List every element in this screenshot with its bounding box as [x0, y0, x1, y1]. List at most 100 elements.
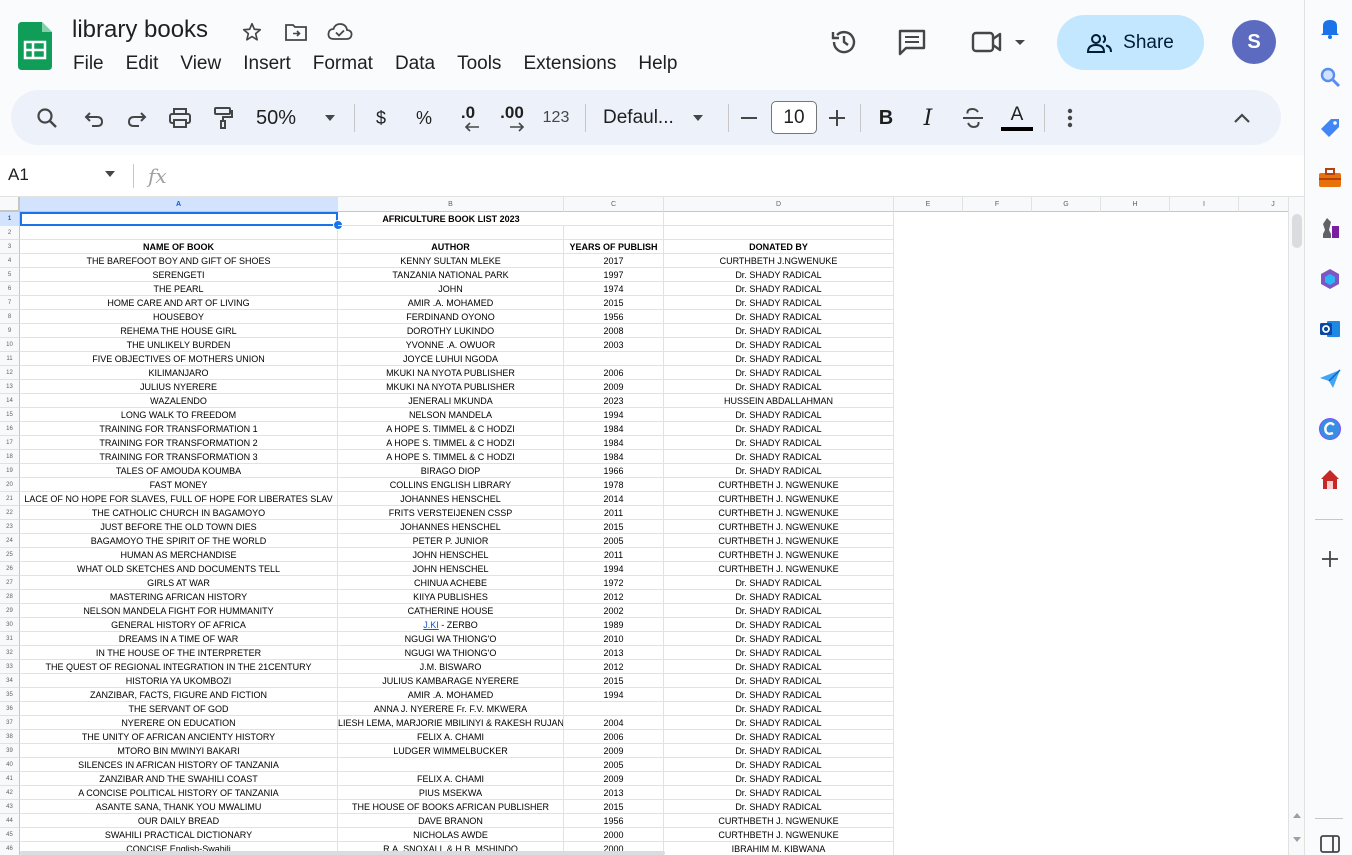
table-cell[interactable]: LACE OF NO HOPE FOR SLAVES, FULL OF HOPE… [20, 492, 338, 506]
table-cell[interactable]: 2006 [564, 730, 664, 744]
table-cell[interactable]: THE QUEST OF REGIONAL INTEGRATION IN THE… [20, 660, 338, 674]
menu-help[interactable]: Help [627, 52, 688, 76]
row-header[interactable]: 28 [0, 590, 20, 604]
table-cell[interactable]: Dr. SHADY RADICAL [664, 730, 894, 744]
table-cell[interactable]: 1994 [564, 408, 664, 422]
row-header[interactable]: 25 [0, 548, 20, 562]
table-cell[interactable]: LIESH LEMA, MARJORIE MBILINYI & RAKESH R… [338, 716, 564, 730]
table-cell[interactable]: COLLINS ENGLISH LIBRARY [338, 478, 564, 492]
table-cell[interactable]: Dr. SHADY RADICAL [664, 674, 894, 688]
scroll-up-icon[interactable] [1293, 812, 1301, 818]
table-cell[interactable]: Dr. SHADY RADICAL [664, 464, 894, 478]
table-cell[interactable]: 2023 [564, 394, 664, 408]
table-cell[interactable]: DREAMS IN A TIME OF WAR [20, 632, 338, 646]
column-header-h[interactable]: H [1101, 197, 1170, 212]
table-cell[interactable]: KILIMANJARO [20, 366, 338, 380]
table-cell[interactable]: 2002 [564, 604, 664, 618]
table-cell[interactable]: THE BAREFOOT BOY AND GIFT OF SHOES [20, 254, 338, 268]
table-cell[interactable] [564, 352, 664, 366]
table-cell[interactable]: ANNA J. NYERERE Fr. F.V. MKWERA [338, 702, 564, 716]
table-cell[interactable] [564, 702, 664, 716]
table-cell[interactable]: CURTHBETH J. NGWENUKE [664, 828, 894, 842]
account-avatar[interactable]: S [1232, 20, 1276, 64]
table-cell[interactable]: Dr. SHADY RADICAL [664, 576, 894, 590]
table-cell[interactable]: A HOPE S. TIMMEL & C HODZI [338, 450, 564, 464]
cell-c1[interactable] [564, 212, 664, 226]
menu-tools[interactable]: Tools [446, 52, 512, 76]
row-header[interactable]: 4 [0, 254, 20, 268]
table-cell[interactable]: JULIUS KAMBARAGE NYERERE [338, 674, 564, 688]
table-cell[interactable]: Dr. SHADY RADICAL [664, 408, 894, 422]
table-cell[interactable]: CATHERINE HOUSE [338, 604, 564, 618]
search-menus-icon[interactable] [33, 103, 61, 133]
table-cell[interactable]: NGUGI WA THIONG'O [338, 646, 564, 660]
table-cell[interactable]: FERDINAND OYONO [338, 310, 564, 324]
table-cell[interactable]: NICHOLAS AWDE [338, 828, 564, 842]
column-header-j[interactable]: J [1239, 197, 1288, 212]
table-cell[interactable]: HOUSEBOY [20, 310, 338, 324]
table-cell[interactable]: 2006 [564, 366, 664, 380]
table-cell[interactable]: THE UNITY OF AFRICAN ANCIENTY HISTORY [20, 730, 338, 744]
row-header[interactable]: 1 [0, 212, 20, 226]
table-cell[interactable]: NYERERE ON EDUCATION [20, 716, 338, 730]
table-cell[interactable]: 1974 [564, 282, 664, 296]
table-cell[interactable]: CURTHBETH J. NGWENUKE [664, 562, 894, 576]
table-cell[interactable] [338, 226, 564, 240]
row-header[interactable]: 8 [0, 310, 20, 324]
column-header-b[interactable]: B [338, 197, 564, 212]
table-cell[interactable]: PIUS MSEKWA [338, 786, 564, 800]
table-cell[interactable]: TRAINING FOR TRANSFORMATION 3 [20, 450, 338, 464]
table-cell[interactable]: JOHANNES HENSCHEL [338, 520, 564, 534]
scrollbar-thumb[interactable] [1292, 214, 1302, 248]
horizontal-scrollbar[interactable] [20, 851, 665, 855]
column-header-g[interactable]: G [1032, 197, 1101, 212]
table-cell[interactable]: Dr. SHADY RADICAL [664, 660, 894, 674]
header-cell-author[interactable]: AUTHOR [338, 240, 564, 254]
header-cell-donated-by[interactable]: DONATED BY [664, 240, 894, 254]
table-cell[interactable]: CURTHBETH J. NGWENUKE [664, 548, 894, 562]
row-header[interactable]: 34 [0, 674, 20, 688]
table-cell[interactable]: 1997 [564, 268, 664, 282]
menu-data[interactable]: Data [384, 52, 446, 76]
table-cell[interactable]: 2015 [564, 520, 664, 534]
table-cell[interactable]: CHINUA ACHEBE [338, 576, 564, 590]
table-cell[interactable]: 1956 [564, 310, 664, 324]
row-header[interactable]: 18 [0, 450, 20, 464]
table-cell[interactable]: J.KI - ZERBO [338, 618, 564, 632]
row-header[interactable]: 30 [0, 618, 20, 632]
caret-down-icon[interactable] [104, 170, 116, 178]
currency-format-button[interactable]: $ [370, 103, 392, 133]
select-all-corner[interactable] [0, 197, 20, 212]
table-cell[interactable]: THE UNLIKELY BURDEN [20, 338, 338, 352]
increase-decimal-button[interactable]: .00 [497, 103, 527, 133]
row-header[interactable]: 7 [0, 296, 20, 310]
row-header[interactable]: 32 [0, 646, 20, 660]
table-cell[interactable]: 2015 [564, 296, 664, 310]
canva-icon[interactable] [1318, 417, 1342, 441]
notifications-bell-icon[interactable] [1318, 16, 1342, 40]
table-cell[interactable]: SERENGETI [20, 268, 338, 282]
menu-file[interactable]: File [62, 52, 115, 76]
table-cell[interactable]: 2005 [564, 534, 664, 548]
table-cell[interactable]: 2009 [564, 772, 664, 786]
table-cell[interactable]: THE HOUSE OF BOOKS AFRICAN PUBLISHER [338, 800, 564, 814]
row-header[interactable]: 6 [0, 282, 20, 296]
table-cell[interactable]: 2008 [564, 324, 664, 338]
table-cell[interactable]: Dr. SHADY RADICAL [664, 422, 894, 436]
table-cell[interactable]: THE CATHOLIC CHURCH IN BAGAMOYO [20, 506, 338, 520]
table-cell[interactable]: HOME CARE AND ART OF LIVING [20, 296, 338, 310]
table-cell[interactable]: Dr. SHADY RADICAL [664, 380, 894, 394]
table-cell[interactable]: 1984 [564, 436, 664, 450]
table-cell[interactable] [20, 226, 338, 240]
table-cell[interactable]: 2015 [564, 674, 664, 688]
table-cell[interactable]: 1956 [564, 814, 664, 828]
row-header[interactable]: 26 [0, 562, 20, 576]
name-box[interactable]: A1 [8, 165, 29, 185]
row-header[interactable]: 44 [0, 814, 20, 828]
table-cell[interactable]: CURTHBETH J. NGWENUKE [664, 814, 894, 828]
table-cell[interactable]: A HOPE S. TIMMEL & C HODZI [338, 422, 564, 436]
table-cell[interactable]: JULIUS NYERERE [20, 380, 338, 394]
font-size-input[interactable]: 10 [771, 101, 817, 134]
table-cell[interactable]: 2012 [564, 590, 664, 604]
header-cell-name-of-book[interactable]: NAME OF BOOK [20, 240, 338, 254]
